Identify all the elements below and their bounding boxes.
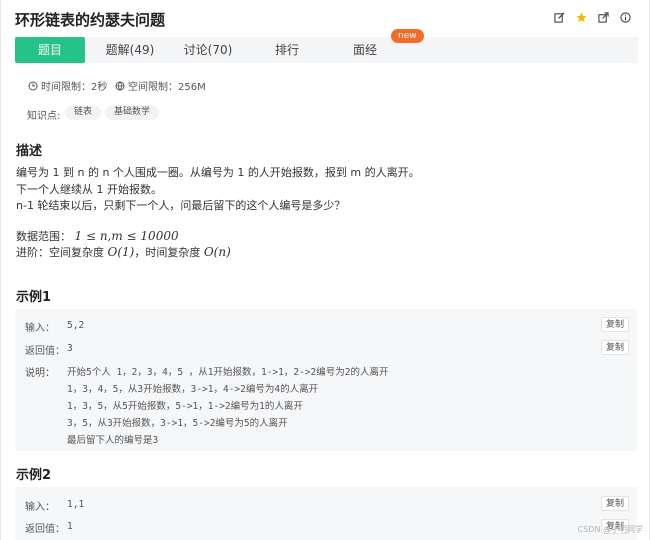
edit-icon[interactable]: [554, 12, 565, 23]
time-limit-text: 时间限制：2秒: [41, 82, 108, 93]
complexity-line: 进阶：空间复杂度 O(1)，时间复杂度 O(n): [16, 244, 231, 260]
time-limit: 时间限制：2秒: [28, 78, 107, 93]
tab-interview[interactable]: 面经: [333, 37, 397, 63]
explain-line: 1，3，5，从5开始报数，5->1，1->2编号为1的人离开: [67, 401, 303, 412]
share-icon[interactable]: [598, 12, 609, 23]
description-line: 下一个人继续从 1 开始报数。: [16, 183, 162, 196]
page-title: 环形链表的约瑟夫问题: [15, 11, 166, 29]
data-range: 数据范围： 1 ≤ n,m ≤ 10000: [16, 228, 179, 244]
data-range-math: 1 ≤ n,m ≤ 10000: [74, 229, 179, 243]
tab-bar: 题目 题解(49) 讨论(70) 排行 面经: [15, 37, 638, 63]
header-toolbar: [554, 12, 631, 23]
time-complexity: O(n): [203, 245, 231, 259]
copy-input-button[interactable]: 复制: [601, 496, 629, 511]
advanced-label: 进阶：空间复杂度: [16, 246, 104, 259]
input-value: 1,1: [67, 499, 85, 510]
knowledge-label: 知识点:: [27, 111, 61, 122]
example-1-heading: 示例1: [16, 290, 52, 305]
space-limit-text: 空间限制：256M: [128, 82, 206, 93]
clock-icon: [28, 81, 38, 90]
description-line: 编号为 1 到 n 的 n 个人围成一圈。从编号为 1 的人开始报数，报到 m …: [16, 166, 420, 179]
star-icon[interactable]: [576, 12, 587, 23]
explain-line: 3，5，从3开始报数，3->1，5->2编号为5的人离开: [67, 418, 288, 429]
return-value: 3: [67, 343, 73, 354]
copy-return-button[interactable]: 复制: [601, 340, 629, 355]
space-limit: 空间限制：256M: [115, 78, 206, 93]
globe-icon: [115, 81, 125, 90]
tag-linked-list[interactable]: 链表: [65, 105, 102, 120]
input-label: 输入：: [25, 502, 55, 513]
explain-line: 最后留下人的编号是3: [67, 435, 159, 446]
watermark: CSDN @小明同学: [577, 525, 643, 534]
description-heading: 描述: [16, 144, 43, 159]
tag-basic-math[interactable]: 基础数学: [105, 105, 160, 120]
copy-input-button[interactable]: 复制: [601, 317, 629, 332]
input-value: 5,2: [67, 320, 85, 331]
tab-problem[interactable]: 题目: [15, 37, 85, 63]
return-value: 1: [67, 521, 73, 532]
description-line: n-1 轮结束以后，只剩下一个人，问最后留下的这个人编号是多少？: [16, 199, 346, 212]
explain-label: 说明：: [25, 368, 55, 379]
example-2-box: 输入： 1,1 复制 返回值： 1 复制: [15, 487, 637, 540]
explain-line: 1，3，4，5，从3开始报数，3->1，4->2编号为4的人离开: [67, 384, 319, 395]
explain-line: 开始5个人 1，2，3，4，5 ，从1开始报数，1->1，2->2编号为2的人离…: [67, 367, 389, 378]
example-2-heading: 示例2: [16, 468, 52, 483]
example-1-box: 输入： 5,2 复制 返回值： 3 复制 说明： 开始5个人 1，2，3，4，5…: [15, 309, 637, 451]
tab-ranking[interactable]: 排行: [255, 37, 319, 63]
tab-discussion[interactable]: 讨论(70): [175, 37, 241, 63]
return-label: 返回值：: [25, 346, 65, 357]
problem-page: 环形链表的约瑟夫问题 题目 题解(49) 讨论(70) 排行 面经 new 时间…: [0, 0, 650, 540]
new-badge: new: [391, 29, 424, 43]
return-label: 返回值：: [25, 524, 65, 535]
time-label: ，时间复杂度: [134, 246, 201, 259]
data-range-label: 数据范围：: [16, 230, 71, 243]
info-icon[interactable]: [620, 12, 631, 23]
space-complexity: O(1): [107, 245, 135, 259]
input-label: 输入：: [25, 323, 55, 334]
tab-solutions[interactable]: 题解(49): [98, 37, 162, 63]
